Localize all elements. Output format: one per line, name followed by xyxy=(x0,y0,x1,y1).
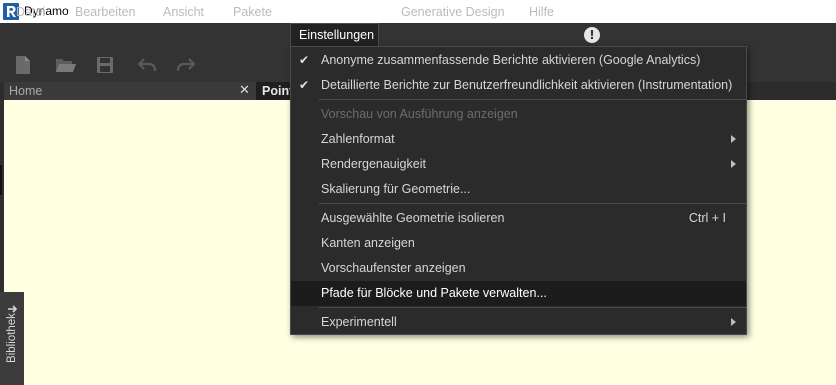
menu-item-google-analytics[interactable]: ✔ Anonyme zusammenfassende Berichte akti… xyxy=(291,48,746,73)
menu-item-label: Anonyme zusammenfassende Berichte aktivi… xyxy=(321,53,701,67)
menu-datei[interactable]: Datei xyxy=(16,0,45,24)
menu-item-label: Detaillierte Berichte zur Benutzerfreund… xyxy=(321,78,733,92)
notification-icon[interactable]: ! xyxy=(584,27,600,43)
shortcut-label: Ctrl + I xyxy=(688,211,726,225)
menu-item-label: Vorschau von Ausführung anzeigen xyxy=(321,107,518,121)
tab-point-label: Point xyxy=(262,84,294,98)
menu-separator xyxy=(319,99,747,100)
menu-bearbeiten[interactable]: Bearbeiten xyxy=(75,0,135,24)
menu-item-label: Zahlenformat xyxy=(321,132,395,146)
menu-bar xyxy=(0,23,836,47)
close-icon[interactable]: ✕ xyxy=(239,83,250,98)
menu-pakete[interactable]: Pakete xyxy=(233,0,272,24)
library-label: Bibliothek xyxy=(6,313,18,363)
menu-item-label: Pfade für Blöcke und Pakete verwalten... xyxy=(321,286,547,300)
checkmark-icon: ✔ xyxy=(299,53,310,67)
menu-hilfe[interactable]: Hilfe xyxy=(529,0,554,24)
menu-item-label: Vorschaufenster anzeigen xyxy=(321,261,466,275)
menu-item-number-format[interactable]: Zahlenformat xyxy=(291,127,746,152)
menu-item-label: Ausgewählte Geometrie isolieren xyxy=(321,211,505,225)
left-marker xyxy=(0,165,2,195)
menu-item-render-precision[interactable]: Rendergenauigkeit xyxy=(291,152,746,177)
new-file-icon[interactable] xyxy=(14,55,32,75)
menu-item-label: Kanten anzeigen xyxy=(321,236,415,250)
menu-item-preview-window[interactable]: Vorschaufenster anzeigen xyxy=(291,256,746,281)
menu-einstellungen[interactable]: Einstellungen xyxy=(290,23,379,48)
menu-generative-design[interactable]: Generative Design xyxy=(401,0,505,24)
menu-item-label: Skalierung für Geometrie... xyxy=(321,182,471,196)
menu-item-experimental[interactable]: Experimentell xyxy=(291,310,746,335)
menu-item-label: Experimentell xyxy=(321,315,397,329)
open-folder-icon[interactable] xyxy=(55,56,77,74)
submenu-arrow-icon xyxy=(731,318,736,326)
menu-item-show-edges[interactable]: Kanten anzeigen xyxy=(291,231,746,256)
save-icon[interactable] xyxy=(96,56,114,74)
menu-item-preview-execution: Vorschau von Ausführung anzeigen xyxy=(291,102,746,127)
redo-icon[interactable] xyxy=(176,57,196,73)
submenu-arrow-icon xyxy=(731,160,736,168)
checkmark-icon: ✔ xyxy=(299,78,310,92)
menu-separator xyxy=(319,203,747,204)
settings-dropdown: ✔ Anonyme zusammenfassende Berichte akti… xyxy=(290,46,747,335)
menu-separator xyxy=(319,307,747,308)
undo-icon[interactable] xyxy=(137,57,157,73)
menu-item-instrumentation[interactable]: ✔ Detaillierte Berichte zur Benutzerfreu… xyxy=(291,73,746,98)
menu-item-manage-paths[interactable]: Pfade für Blöcke und Pakete verwalten... xyxy=(291,281,746,306)
menu-item-geometry-scaling[interactable]: Skalierung für Geometrie... xyxy=(291,177,746,202)
menu-item-isolate-geometry[interactable]: Ausgewählte Geometrie isolieren Ctrl + I xyxy=(291,206,746,231)
menu-ansicht[interactable]: Ansicht xyxy=(163,0,204,24)
submenu-arrow-icon xyxy=(731,135,736,143)
tab-home-label: Home xyxy=(9,84,43,98)
menu-item-label: Rendergenauigkeit xyxy=(321,157,426,171)
